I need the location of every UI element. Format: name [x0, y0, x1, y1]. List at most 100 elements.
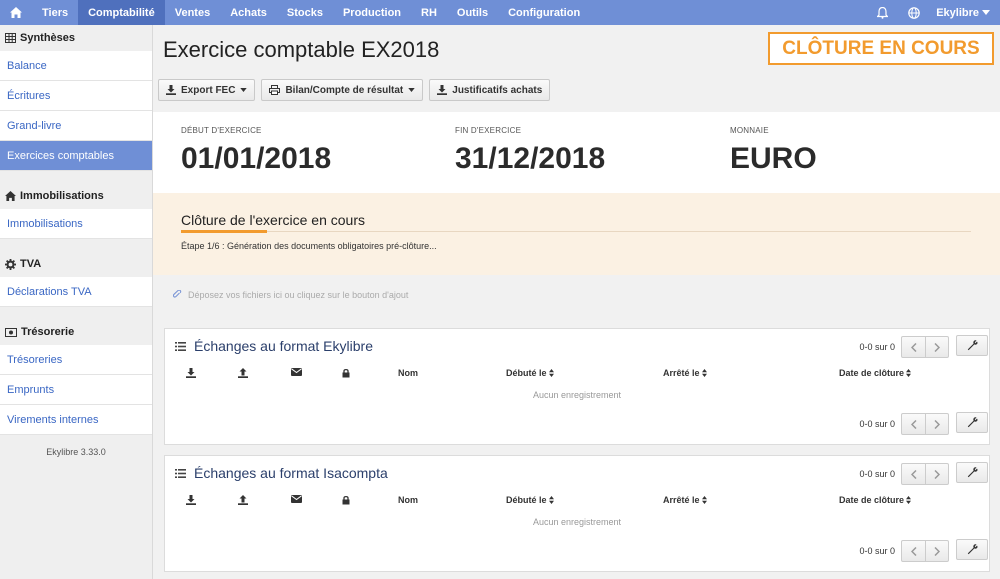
upload-icon: [238, 368, 248, 378]
export-column[interactable]: [186, 368, 196, 378]
bell-icon: [876, 6, 888, 19]
status-badge: CLÔTURE EN COURS: [768, 32, 994, 65]
nav-tiers[interactable]: Tiers: [32, 0, 78, 25]
notifications-button[interactable]: [866, 0, 898, 25]
lock-column[interactable]: [342, 495, 350, 505]
export-fec-button[interactable]: Export FEC: [158, 79, 256, 101]
nav-outils[interactable]: Outils: [447, 0, 498, 25]
progress-bar: [181, 230, 267, 233]
table-header: Nom Débuté le Arrêté le Date de clôture: [165, 495, 989, 509]
chevron-right-icon: [934, 419, 940, 429]
previous-page-button[interactable]: [902, 541, 925, 561]
next-page-button[interactable]: [925, 541, 948, 561]
home-icon: [5, 191, 16, 201]
lock-column[interactable]: [342, 368, 350, 378]
exchange-panel-ekylibre: Échanges au format Ekylibre 0-0 sur 0 No…: [164, 328, 990, 445]
next-page-button[interactable]: [925, 414, 948, 434]
money-icon: [5, 327, 17, 337]
wrench-icon: [967, 467, 978, 478]
nav-comptabilite[interactable]: Comptabilité: [78, 0, 165, 25]
sidebar-item-exercices-comptables[interactable]: Exercices comptables: [0, 141, 152, 171]
sidebar-item-virements-internes[interactable]: Virements internes: [0, 405, 152, 435]
sidebar-item-tresoreries[interactable]: Trésoreries: [0, 345, 152, 375]
panel-title: Échanges au format Ekylibre: [194, 338, 373, 354]
financial-year-info: DÉBUT D'EXERCICE 01/01/2018 FIN D'EXERCI…: [153, 112, 1000, 193]
globe-icon: [908, 6, 920, 19]
column-started-label: Débuté le: [506, 495, 547, 505]
file-dropzone[interactable]: Déposez vos fichiers ici ou cliquez sur …: [173, 290, 408, 300]
next-page-button[interactable]: [925, 337, 948, 357]
sidebar-section-label: Trésorerie: [21, 326, 75, 338]
bilan-button[interactable]: Bilan/Compte de résultat: [261, 79, 424, 101]
sidebar-item-grand-livre[interactable]: Grand-livre: [0, 111, 152, 141]
previous-page-button[interactable]: [902, 414, 925, 434]
pager-count: 0-0 sur 0: [859, 342, 895, 352]
panel-header: Échanges au format Ekylibre: [175, 338, 373, 354]
sidebar-item-emprunts[interactable]: Emprunts: [0, 375, 152, 405]
settings-button[interactable]: [956, 335, 988, 356]
caret-down-icon: [982, 10, 990, 15]
main-content: Exercice comptable EX2018 CLÔTURE EN COU…: [153, 25, 1000, 579]
home-button[interactable]: [0, 0, 32, 25]
nav-rh[interactable]: RH: [411, 0, 447, 25]
chevron-left-icon: [910, 419, 917, 429]
import-column[interactable]: [238, 368, 248, 378]
pager-count: 0-0 sur 0: [859, 419, 895, 429]
start-date-label: DÉBUT D'EXERCICE: [181, 126, 262, 135]
sort-icon: [548, 369, 554, 377]
justificatifs-button[interactable]: Justificatifs achats: [429, 79, 551, 101]
chevron-right-icon: [934, 469, 940, 479]
export-column[interactable]: [186, 495, 196, 505]
sort-icon: [701, 369, 707, 377]
import-column[interactable]: [238, 495, 248, 505]
column-stopped[interactable]: Arrêté le: [663, 368, 707, 378]
column-started[interactable]: Débuté le: [506, 495, 554, 505]
settings-button[interactable]: [956, 412, 988, 433]
email-column[interactable]: [291, 495, 302, 503]
user-name: Ekylibre: [936, 6, 979, 19]
sidebar: Synthèses Balance Écritures Grand-livre …: [0, 25, 153, 579]
sidebar-item-ecritures[interactable]: Écritures: [0, 81, 152, 111]
settings-button[interactable]: [956, 539, 988, 560]
sidebar-section-immobilisations: Immobilisations: [0, 183, 152, 209]
language-button[interactable]: [898, 0, 930, 25]
sort-icon: [906, 496, 912, 504]
sidebar-item-declarations-tva[interactable]: Déclarations TVA: [0, 277, 152, 307]
empty-message: Aucun enregistrement: [532, 390, 622, 400]
wrench-icon: [967, 544, 978, 555]
justificatifs-label: Justificatifs achats: [452, 84, 543, 96]
end-date-block: FIN D'EXERCICE 31/12/2018: [455, 126, 605, 176]
column-closed-label: Date de clôture: [839, 368, 905, 378]
pager-count: 0-0 sur 0: [859, 469, 895, 479]
user-menu[interactable]: Ekylibre: [930, 7, 1000, 19]
previous-page-button[interactable]: [902, 337, 925, 357]
email-column[interactable]: [291, 368, 302, 376]
panel-title: Échanges au format Isacompta: [194, 465, 388, 481]
nav-achats[interactable]: Achats: [220, 0, 277, 25]
column-name[interactable]: Nom: [398, 495, 418, 505]
column-closed[interactable]: Date de clôture: [839, 368, 912, 378]
exchange-panel-isacompta: Échanges au format Isacompta 0-0 sur 0 N…: [164, 455, 990, 572]
dropzone-text: Déposez vos fichiers ici ou cliquez sur …: [188, 290, 409, 300]
column-name[interactable]: Nom: [398, 368, 418, 378]
sidebar-item-balance[interactable]: Balance: [0, 51, 152, 81]
pager-top: 0-0 sur 0: [859, 463, 949, 485]
previous-page-button[interactable]: [902, 464, 925, 484]
column-stopped[interactable]: Arrêté le: [663, 495, 707, 505]
toolbar: Export FEC Bilan/Compte de résultat Just…: [158, 79, 551, 101]
nav-configuration[interactable]: Configuration: [498, 0, 590, 25]
nav-production[interactable]: Production: [333, 0, 411, 25]
nav-ventes[interactable]: Ventes: [165, 0, 220, 25]
start-date-block: DÉBUT D'EXERCICE 01/01/2018: [181, 126, 331, 176]
sidebar-item-immobilisations[interactable]: Immobilisations: [0, 209, 152, 239]
sort-icon: [701, 496, 707, 504]
next-page-button[interactable]: [925, 464, 948, 484]
list-icon: [175, 341, 186, 351]
print-icon: [269, 85, 281, 95]
wrench-icon: [967, 340, 978, 351]
nav-stocks[interactable]: Stocks: [277, 0, 333, 25]
sidebar-section-label: Immobilisations: [20, 190, 104, 202]
settings-button[interactable]: [956, 462, 988, 483]
column-started[interactable]: Débuté le: [506, 368, 554, 378]
column-closed[interactable]: Date de clôture: [839, 495, 912, 505]
